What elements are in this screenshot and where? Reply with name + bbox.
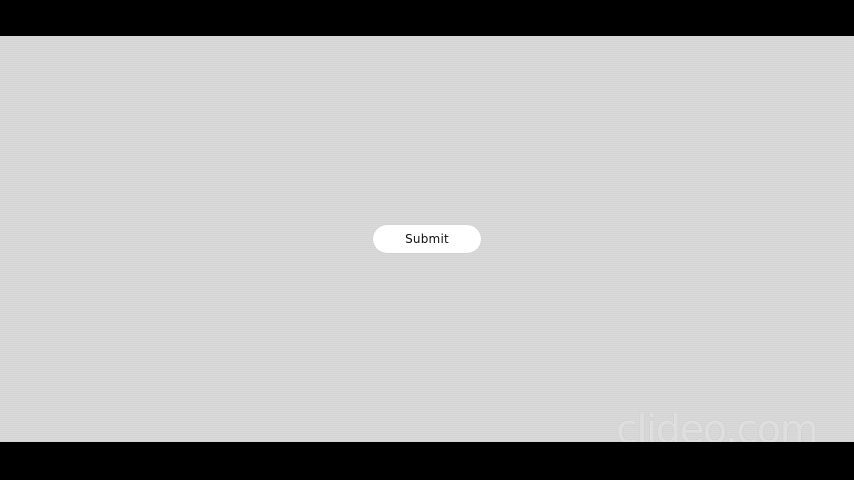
letterbox-bottom (0, 442, 854, 480)
video-frame: Submit clideo.com (0, 0, 854, 480)
letterbox-top (0, 0, 854, 36)
submit-button[interactable]: Submit (373, 225, 481, 253)
page-viewport: Submit clideo.com (0, 36, 854, 450)
